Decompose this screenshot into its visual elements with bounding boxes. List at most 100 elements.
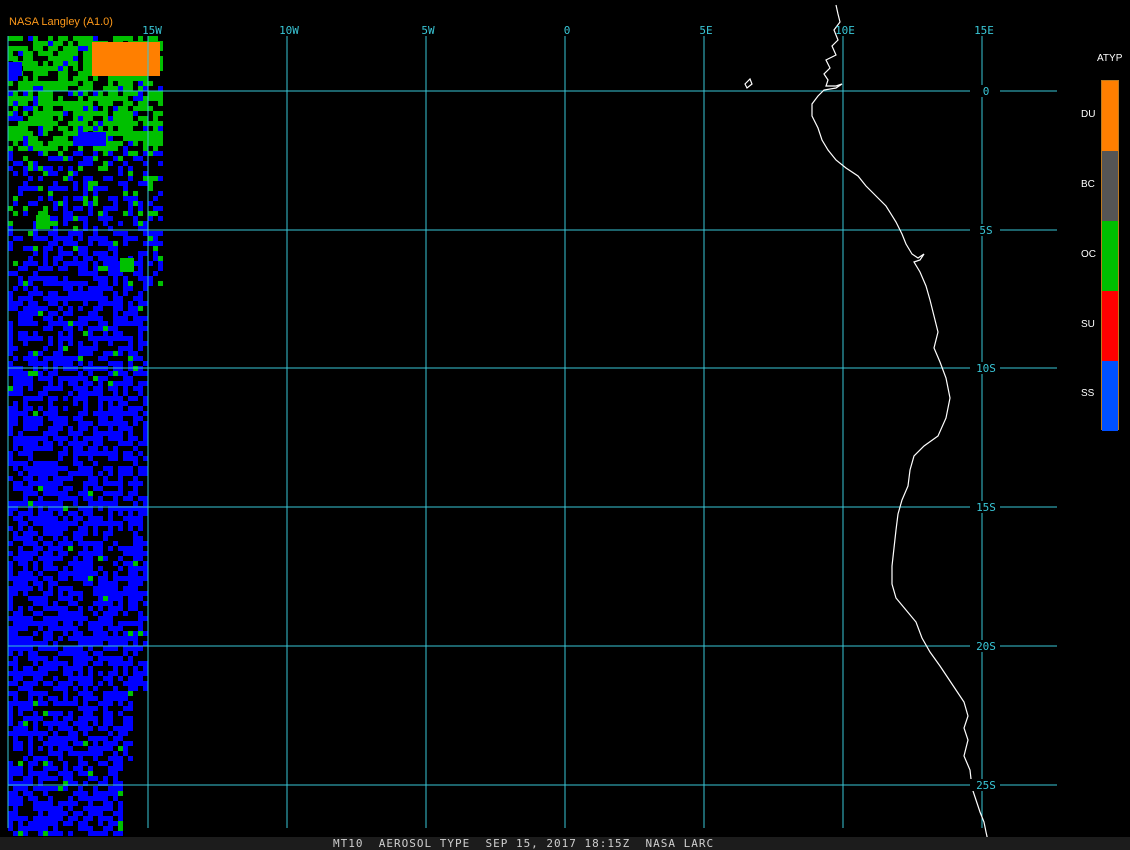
swath-pixel <box>58 756 63 761</box>
swath-pixel <box>38 371 43 376</box>
swath-pixel <box>133 106 138 111</box>
swath-pixel <box>68 636 73 641</box>
swath-pixel <box>63 776 68 781</box>
swath-pixel <box>38 696 43 701</box>
swath-pixel <box>38 571 43 576</box>
swath-pixel <box>93 151 98 156</box>
swath-pixel <box>53 291 58 296</box>
swath-pixel <box>38 336 43 341</box>
swath-pixel <box>38 71 43 76</box>
swath-pixel <box>103 656 108 661</box>
swath-pixel <box>68 176 73 181</box>
swath-pixel <box>93 76 98 81</box>
swath-pixel <box>18 621 23 626</box>
swath-pixel <box>113 646 118 651</box>
swath-pixel <box>158 261 163 266</box>
swath-pixel <box>88 671 93 676</box>
swath-pixel <box>43 616 48 621</box>
swath-pixel <box>98 376 103 381</box>
swath-pixel <box>73 46 78 51</box>
swath-pixel <box>18 581 23 586</box>
swath-pixel <box>18 576 23 581</box>
swath-pixel <box>78 321 83 326</box>
swath-pixel <box>23 521 28 526</box>
swath-pixel <box>113 451 118 456</box>
swath-pixel <box>63 156 68 161</box>
swath-pixel <box>93 276 98 281</box>
swath-pixel <box>38 291 43 296</box>
swath-pixel <box>33 596 38 601</box>
swath-pixel <box>8 126 13 131</box>
legend-swatch-bc <box>1102 151 1118 221</box>
swath-pixel <box>33 286 38 291</box>
swath-pixel <box>93 591 98 596</box>
swath-pixel <box>113 691 118 696</box>
swath-pixel <box>93 706 98 711</box>
swath-pixel <box>43 71 48 76</box>
swath-pixel <box>38 311 43 316</box>
swath-pixel <box>63 36 68 41</box>
swath-pixel <box>48 666 53 671</box>
swath-pixel <box>123 636 128 641</box>
swath-pixel <box>58 416 63 421</box>
swath-pixel <box>93 156 98 161</box>
swath-pixel <box>73 636 78 641</box>
swath-pixel <box>103 801 108 806</box>
swath-pixel <box>48 336 53 341</box>
swath-pixel <box>23 306 28 311</box>
swath-pixel <box>28 796 33 801</box>
swath-pixel <box>108 596 113 601</box>
swath-pixel <box>123 691 128 696</box>
swath-pixel <box>43 306 48 311</box>
swath-pixel <box>73 216 78 221</box>
swath-pixel <box>93 291 98 296</box>
swath-pixel <box>8 426 13 431</box>
swath-pixel <box>123 86 128 91</box>
swath-pixel <box>138 681 143 686</box>
swath-pixel <box>78 606 83 611</box>
swath-pixel <box>58 531 63 536</box>
swath-pixel <box>18 671 23 676</box>
swath-pixel <box>73 51 78 56</box>
swath-pixel <box>63 76 68 81</box>
swath-pixel <box>123 236 128 241</box>
swath-pixel <box>118 511 123 516</box>
swath-pixel <box>63 56 68 61</box>
swath-pixel <box>18 191 23 196</box>
swath-pixel <box>23 541 28 546</box>
swath-pixel <box>48 356 53 361</box>
swath-pixel <box>58 591 63 596</box>
swath-pixel <box>98 806 103 811</box>
swath-pixel <box>108 96 113 101</box>
swath-pixel <box>78 666 83 671</box>
swath-pixel <box>128 91 133 96</box>
swath-pixel <box>23 46 28 51</box>
swath-pixel <box>103 161 108 166</box>
swath-pixel <box>98 641 103 646</box>
swath-pixel <box>18 556 23 561</box>
swath-pixel <box>63 681 68 686</box>
swath-pixel <box>23 536 28 541</box>
swath-pixel <box>68 46 73 51</box>
swath-pixel <box>63 651 68 656</box>
swath-pixel <box>98 296 103 301</box>
swath-pixel <box>18 826 23 831</box>
swath-pixel <box>38 546 43 551</box>
swath-pixel <box>138 391 143 396</box>
swath-pixel <box>63 566 68 571</box>
swath-pixel <box>58 331 63 336</box>
swath-pixel <box>148 216 153 221</box>
swath-pixel <box>88 256 93 261</box>
swath-pixel <box>8 511 13 516</box>
swath-pixel <box>28 706 33 711</box>
swath-pixel <box>33 81 38 86</box>
swath-pixel <box>43 206 48 211</box>
swath-pixel <box>103 376 108 381</box>
swath-pixel <box>38 196 43 201</box>
legend-label-ss: SS <box>1081 388 1095 399</box>
swath-pixel <box>28 436 33 441</box>
swath-pixel <box>83 451 88 456</box>
swath-pixel <box>38 611 43 616</box>
swath-pixel <box>128 236 133 241</box>
swath-pixel <box>8 331 13 336</box>
